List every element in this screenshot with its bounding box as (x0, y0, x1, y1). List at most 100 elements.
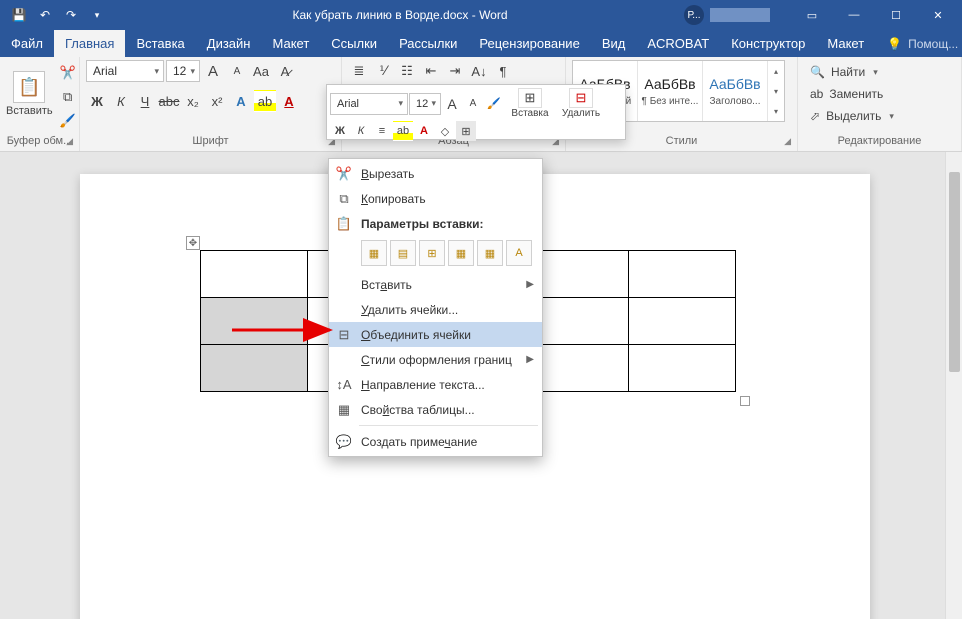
decrease-indent-icon[interactable]: ⇤ (420, 60, 442, 82)
delete-table-icon: ⊟ (569, 88, 593, 108)
paste-opt-new-rows-icon[interactable]: ⊞ (419, 240, 445, 266)
grow-font-icon[interactable]: A (202, 60, 224, 82)
tab-insert[interactable]: Вставка (125, 30, 195, 57)
ribbon-tabs: Файл Главная Вставка Дизайн Макет Ссылки… (0, 30, 962, 57)
scroll-thumb[interactable] (949, 172, 960, 372)
text-effects-icon[interactable]: A (230, 90, 252, 112)
italic-button[interactable]: К (110, 90, 132, 112)
paste-opt-nest-table-icon[interactable]: ▦ (361, 240, 387, 266)
font-size-combo[interactable]: 12 (166, 60, 200, 82)
paste-opt-merge-table-icon[interactable]: ▤ (390, 240, 416, 266)
style-no-spacing[interactable]: АаБбВв¶ Без инте... (638, 61, 703, 121)
minimize-icon[interactable]: — (834, 0, 874, 30)
increase-indent-icon[interactable]: ⇥ (444, 60, 466, 82)
style-heading1[interactable]: АаБбВвЗаголово... (703, 61, 768, 121)
ctx-insert[interactable]: Вставить▶ (329, 272, 542, 297)
mini-bold-button[interactable]: Ж (330, 121, 350, 141)
mini-insert-button[interactable]: ⊞Вставка (505, 88, 555, 119)
mini-highlight-icon[interactable]: ab (393, 121, 413, 141)
chevron-right-icon: ▶ (526, 279, 534, 290)
mini-format-painter-icon[interactable]: 🖌️ (484, 94, 504, 114)
numbering-icon[interactable]: ⅟ (372, 60, 394, 82)
tab-review[interactable]: Рецензирование (468, 30, 590, 57)
styles-more-icon[interactable]: ▴▾▾ (768, 61, 784, 121)
qat-more-icon[interactable]: ▾ (86, 4, 108, 26)
tab-file[interactable]: Файл (0, 30, 54, 57)
font-family-combo[interactable]: Arial (86, 60, 164, 82)
tab-view[interactable]: Вид (591, 30, 637, 57)
group-clipboard: 📋 Вставить ✂️ ⧉ 🖌️ Буфер обм...◢ (0, 57, 80, 151)
show-marks-icon[interactable]: ¶ (492, 60, 514, 82)
mini-font-color-icon[interactable]: A (414, 121, 434, 141)
mini-italic-button[interactable]: К (351, 121, 371, 141)
tab-mailings[interactable]: Рассылки (388, 30, 468, 57)
font-color-icon[interactable]: A (278, 90, 300, 112)
tab-layout[interactable]: Макет (261, 30, 320, 57)
paste-options-row: ▦ ▤ ⊞ ▦ ▦ A (329, 236, 542, 272)
mini-delete-button[interactable]: ⊟Удалить (556, 88, 606, 119)
ctx-table-properties[interactable]: ▦Свойства таблицы... (329, 397, 542, 422)
paste-opt-text-only-icon[interactable]: A (506, 240, 532, 266)
tab-home[interactable]: Главная (54, 30, 125, 57)
undo-icon[interactable]: ↶ (34, 4, 56, 26)
user-account[interactable]: Р... (684, 5, 770, 25)
paste-icon: 📋 (13, 71, 45, 103)
mini-font-family[interactable]: Arial (330, 93, 408, 115)
ctx-new-comment[interactable]: 💬Создать примечание (329, 429, 542, 454)
paste-button[interactable]: 📋 Вставить (6, 60, 53, 128)
bullets-icon[interactable]: ≣ (348, 60, 370, 82)
subscript-button[interactable]: x₂ (182, 90, 204, 112)
clear-formatting-icon[interactable]: A̷ (274, 60, 296, 82)
multilevel-list-icon[interactable]: ☷ (396, 60, 418, 82)
mini-font-size[interactable]: 12 (409, 93, 441, 115)
mini-shrink-font-icon[interactable]: A (463, 94, 483, 114)
tab-table-layout[interactable]: Макет (816, 30, 875, 57)
find-button[interactable]: 🔍Найти▾ (804, 62, 900, 82)
mini-toolbar: Arial 12 A A 🖌️ ⊞Вставка ⊟Удалить Ж К ≡ … (326, 84, 626, 140)
mini-shading-icon[interactable]: ◇ (435, 121, 455, 141)
cut-icon[interactable]: ✂️ (57, 62, 79, 84)
redo-icon[interactable]: ↷ (60, 4, 82, 26)
tab-table-design[interactable]: Конструктор (720, 30, 816, 57)
vertical-scrollbar[interactable] (945, 152, 962, 619)
bold-button[interactable]: Ж (86, 90, 108, 112)
ctx-border-styles[interactable]: Стили оформления границ▶ (329, 347, 542, 372)
maximize-icon[interactable]: ☐ (876, 0, 916, 30)
ctx-copy[interactable]: ⧉Копировать (329, 186, 542, 211)
mini-borders-icon[interactable]: ⊞ (456, 121, 476, 141)
format-painter-icon[interactable]: 🖌️ (57, 110, 79, 132)
replace-button[interactable]: abЗаменить (804, 84, 900, 104)
styles-launcher-icon[interactable]: ◢ (784, 136, 791, 147)
group-font-label: Шрифт◢ (86, 133, 335, 151)
change-case-icon[interactable]: Aa (250, 60, 272, 82)
highlight-icon[interactable]: ab (254, 90, 276, 112)
table-resize-handle-icon[interactable] (740, 396, 750, 406)
insert-table-icon: ⊞ (518, 88, 542, 108)
ctx-merge-cells[interactable]: ⊟Объединить ячейки (329, 322, 542, 347)
mini-align-icon[interactable]: ≡ (372, 121, 392, 141)
shrink-font-icon[interactable]: A (226, 60, 248, 82)
table-move-handle-icon[interactable]: ✥ (186, 236, 200, 250)
paste-opt-keep-source-icon[interactable]: ▦ (477, 240, 503, 266)
mini-grow-font-icon[interactable]: A (442, 94, 462, 114)
sort-icon[interactable]: A↓ (468, 60, 490, 82)
save-icon[interactable]: 💾 (8, 4, 30, 26)
tell-me-search[interactable]: 💡 Помощ... (875, 30, 962, 57)
clipboard-launcher-icon[interactable]: ◢ (66, 136, 73, 147)
ctx-text-direction[interactable]: ↕AНаправление текста... (329, 372, 542, 397)
tab-references[interactable]: Ссылки (320, 30, 388, 57)
superscript-button[interactable]: x² (206, 90, 228, 112)
tab-acrobat[interactable]: ACROBAT (636, 30, 720, 57)
copy-icon[interactable]: ⧉ (57, 86, 79, 108)
close-icon[interactable]: ✕ (918, 0, 958, 30)
clipboard-icon: 📋 (335, 215, 353, 233)
paste-opt-overwrite-icon[interactable]: ▦ (448, 240, 474, 266)
strikethrough-button[interactable]: abc (158, 90, 180, 112)
ctx-cut[interactable]: ✂️Вырезать (329, 161, 542, 186)
ctx-delete-cells[interactable]: Удалить ячейки... (329, 297, 542, 322)
ribbon-options-icon[interactable]: ▭ (792, 0, 832, 30)
underline-button[interactable]: Ч (134, 90, 156, 112)
tab-design[interactable]: Дизайн (196, 30, 262, 57)
select-button[interactable]: ⬀Выделить▾ (804, 106, 900, 126)
titlebar: 💾 ↶ ↷ ▾ Как убрать линию в Ворде.docx - … (0, 0, 962, 30)
